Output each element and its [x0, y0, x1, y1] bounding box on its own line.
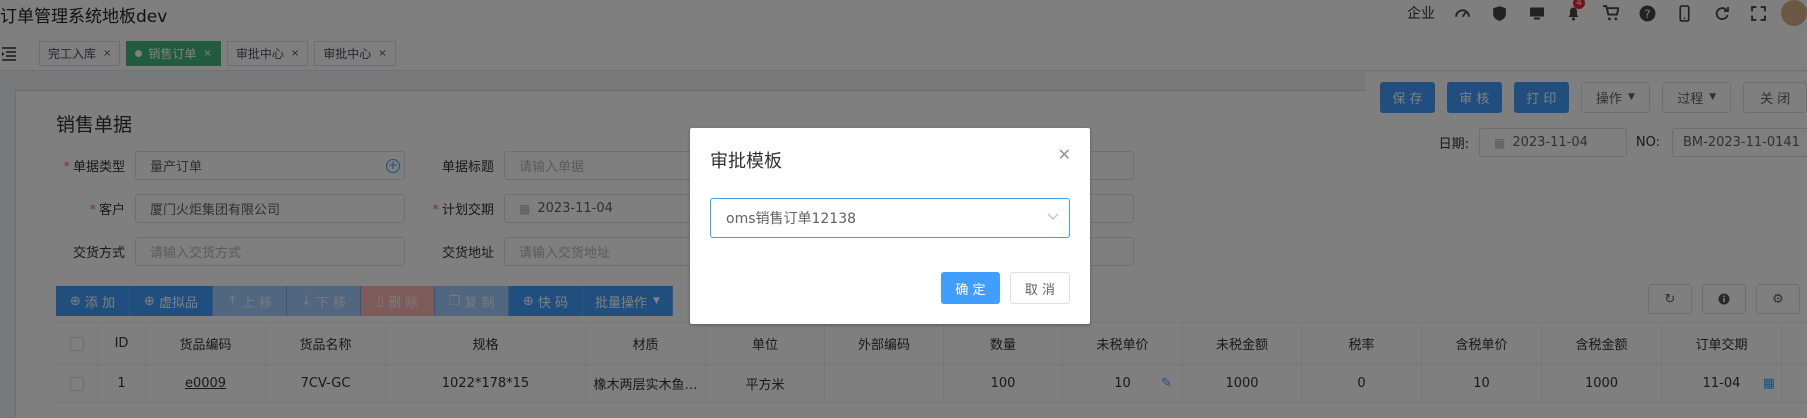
chevron-down-icon — [1047, 210, 1059, 224]
close-icon[interactable]: ✕ — [1058, 145, 1071, 164]
dialog-title: 审批模板 — [710, 151, 782, 172]
approval-template-dialog: 审批模板 ✕ oms销售订单12138 确 定 取 消 — [690, 128, 1090, 324]
cancel-button[interactable]: 取 消 — [1010, 272, 1070, 304]
template-select[interactable]: oms销售订单12138 — [710, 198, 1070, 238]
template-selected-value: oms销售订单12138 — [726, 211, 857, 227]
confirm-button[interactable]: 确 定 — [941, 272, 1000, 304]
